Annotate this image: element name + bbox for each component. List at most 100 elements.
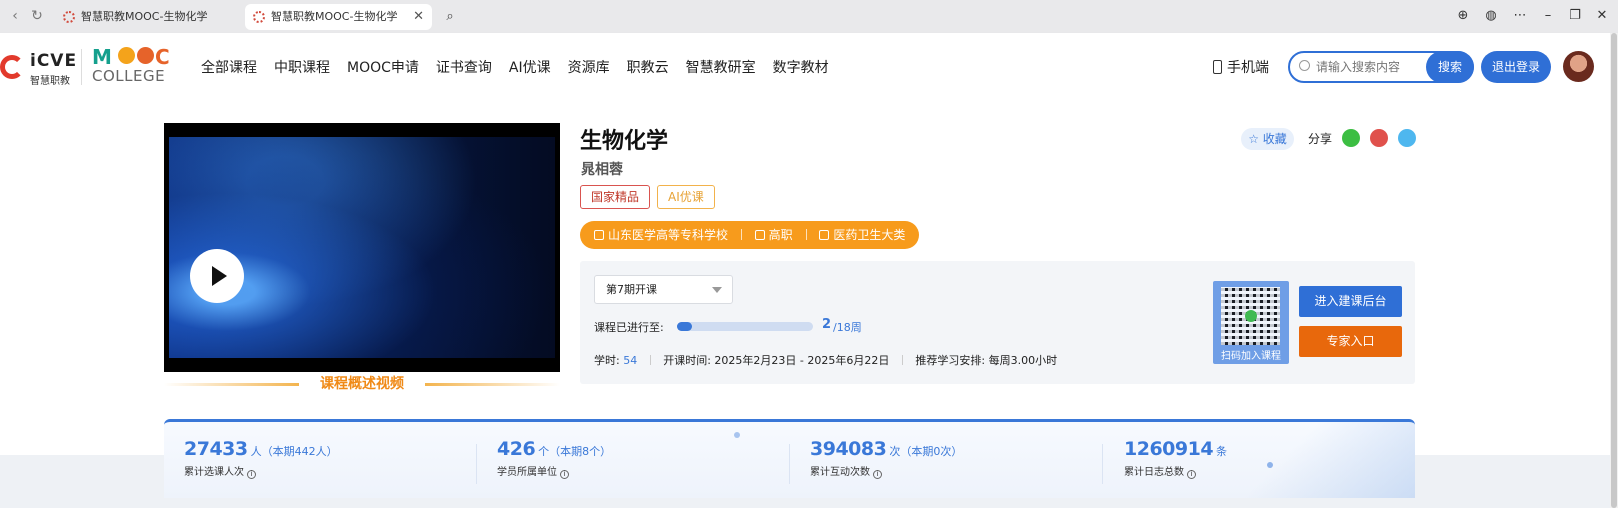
separator [901,355,903,365]
divider [789,444,790,484]
favorite-button[interactable]: ☆ 收藏 [1241,128,1294,150]
scrollbar[interactable] [1610,33,1618,508]
back-icon[interactable]: ‹ [6,7,24,25]
stat-value: 1260914 [1124,438,1214,460]
divider [1102,444,1103,484]
nav-certificate[interactable]: 证书查询 [436,57,492,77]
college-text: COLLEGE [92,67,166,85]
stat-label: 累计日志总数 [1124,467,1184,478]
study-schedule: 推荐学习安排: 每周3.00小时 [915,354,1058,367]
stat-unit: 人（本期442人） [250,445,338,458]
wechat-icon[interactable] [1342,129,1360,147]
term-value: 第7期开课 [606,283,657,296]
nav-zhijiaoyun[interactable]: 职教云 [627,57,669,77]
qr-caption: 扫码加入课程 [1221,351,1281,362]
mobile-link[interactable]: 手机端 [1213,57,1269,77]
nav-all-courses[interactable]: 全部课程 [201,57,257,77]
icve-mark-icon [0,55,24,79]
phone-icon [1213,60,1222,74]
info-icon[interactable]: i [1187,470,1196,479]
qq-icon[interactable] [1398,129,1416,147]
stat-interactions: 394083 次（本期0次） 累计互动次数 i [810,438,1090,479]
divider [476,444,477,484]
progress-bar [677,322,813,331]
teacher-name[interactable]: 晁相蓉 [581,159,623,179]
separator [649,355,651,365]
hours-label: 学时: [594,354,620,367]
video-thumbnail [169,137,555,358]
enter-backend-button[interactable]: 进入建课后台 [1299,286,1402,317]
nav-research-room[interactable]: 智慧教研室 [686,57,756,77]
stat-value: 426 [497,438,536,460]
progress-fill [677,322,693,331]
stat-value: 27433 [184,438,248,460]
main-nav: 全部课程 中职课程 MOOC申请 证书查询 AI优课 资源库 职教云 智慧教研室… [201,57,846,77]
info-icon[interactable]: i [247,470,256,479]
minimize-icon[interactable]: – [1538,6,1558,26]
tag-ai-course: AI优课 [657,185,715,209]
stat-organizations: 426 个（本期8个） 学员所属单位 i [497,438,777,479]
logout-button[interactable]: 退出登录 [1481,51,1551,83]
stat-enrollments: 27433 人（本期442人） 累计选课人次 i [184,438,464,479]
search-button[interactable]: 搜索 [1426,51,1474,83]
icve-logo-text: iCVE [30,51,78,71]
nav-ai-courses[interactable]: AI优课 [509,57,551,77]
download-icon[interactable]: ⊕ [1453,6,1473,26]
layers-icon [754,230,765,240]
separator [805,229,807,240]
play-icon[interactable] [190,249,244,303]
stat-logs: 1260914 条 累计日志总数 i [1124,438,1404,479]
tab-title: 智慧职教MOOC-生物化学 [81,10,208,23]
category-segment: 医药卫生大类 [819,221,905,249]
overview-video-label: 课程概述视频 [320,376,404,392]
term-select[interactable]: 第7期开课 [594,275,733,304]
info-icon[interactable]: i [560,470,569,479]
separator [740,229,742,240]
globe-icon[interactable]: ◍ [1481,6,1501,26]
favicon-icon [63,11,75,23]
school-segment[interactable]: 山东医学高等专科学校 [594,221,728,249]
stat-label: 学员所属单位 [497,467,557,478]
stats-bar: 27433 人（本期442人） 累计选课人次 i 426 个（本期8个） 学员所属单位… [164,419,1415,498]
reload-icon[interactable]: ↻ [28,7,46,25]
icve-logo[interactable]: iCVE 智慧职教 [0,51,78,87]
nav-mooc-apply[interactable]: MOOC申请 [347,57,419,77]
nav-digital-textbook[interactable]: 数字教材 [773,57,829,77]
search-box: 搜索 [1288,51,1474,83]
close-tab-icon[interactable]: ✕ [413,4,424,30]
level-name: 高职 [768,228,793,242]
course-video[interactable] [164,123,560,372]
scrollbar-thumb[interactable] [1611,33,1617,508]
browser-tab-2[interactable]: 智慧职教MOOC-生物化学 ✕ [245,4,432,30]
more-icon[interactable]: ⋯ [1510,6,1530,26]
site-header: iCVE 智慧职教 M C COLLEGE 全部课程 中职课程 MOOC申请 证… [0,33,1618,103]
category-name: 医药卫生大类 [833,228,906,242]
search-icon [1299,60,1310,71]
mooc-college-logo[interactable]: M C COLLEGE [92,45,176,87]
stat-unit: 个（本期8个） [538,445,612,458]
browser-tab-1[interactable]: 智慧职教MOOC-生物化学 [55,4,241,30]
weibo-icon[interactable] [1370,129,1388,147]
logo-divider [81,49,82,85]
course-detail-panel: 课程概述视频 生物化学 晁相蓉 国家精品 AI优课 山东医学高等专科学校 高职 … [0,103,1610,455]
stat-label: 累计互动次数 [810,467,870,478]
search-input[interactable] [1316,57,1426,77]
school-name: 山东医学高等专科学校 [608,228,729,242]
nav-secondary-courses[interactable]: 中职课程 [274,57,330,77]
course-info-card: 第7期开课 课程已进行至: 2 /18周 学时: 54 开课时间: 2025年2… [580,261,1415,384]
search-tab-icon[interactable]: ⌕ [437,4,463,30]
avatar[interactable] [1563,51,1594,82]
course-title: 生物化学 [580,129,669,154]
stat-unit: 次（本期0次） [889,445,963,458]
mooc-o-icon [118,47,135,64]
favicon-icon [253,11,265,23]
tab-title: 智慧职教MOOC-生物化学 [271,10,398,23]
start-time: 开课时间: 2025年2月23日 - 2025年6月22日 [663,354,890,367]
restore-icon[interactable]: ❐ [1565,6,1585,26]
qr-code: 扫码加入课程 [1213,281,1289,364]
expert-entry-button[interactable]: 专家入口 [1299,326,1402,357]
window-close-icon[interactable]: ✕ [1592,6,1612,26]
info-icon[interactable]: i [873,470,882,479]
mooc-m: M [92,45,112,69]
nav-resources[interactable]: 资源库 [568,57,610,77]
